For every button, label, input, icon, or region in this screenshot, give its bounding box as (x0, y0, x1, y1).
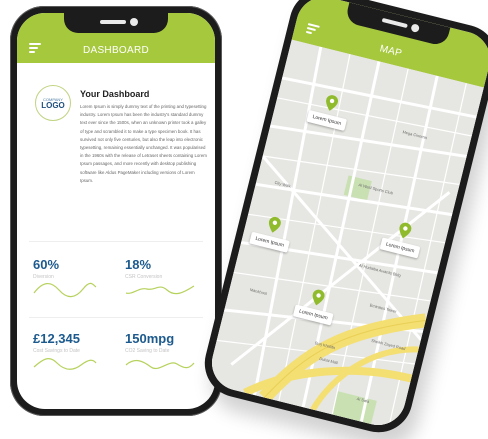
dashboard-header-title: DASHBOARD (82, 45, 150, 56)
trend-wave-icon (125, 359, 195, 369)
dashboard-title: Your Dashboard (80, 89, 150, 99)
dashboard-description: Lorem Ipsum is simply dummy text of the … (80, 104, 207, 183)
map-phone: MAP Al Wasl Sports Club City Walk Mega C… (197, 0, 488, 439)
stat-card: 60% Diversion (33, 257, 97, 298)
map-roads (206, 39, 484, 431)
stat-value: 150mpg (125, 331, 175, 346)
stat-label: CO2 Saving to Date (125, 348, 170, 354)
divider (29, 241, 203, 242)
dashboard-content: COMPANY LOGO Your Dashboard Lorem Ipsum … (17, 63, 215, 409)
map-screen: MAP Al Wasl Sports Club City Walk Mega C… (206, 0, 488, 431)
stat-value: 18% (125, 257, 152, 272)
dashboard-screen: DASHBOARD COMPANY LOGO Your Dashboard Lo… (17, 13, 215, 409)
stat-card: 18% CSR Conversion (125, 257, 195, 295)
divider (29, 317, 203, 318)
phone-notch (64, 13, 168, 33)
stat-value: £12,345 (33, 331, 80, 346)
stat-value: 60% (33, 257, 60, 272)
stat-label: CSR Conversion (125, 274, 163, 280)
stat-card: 150mpg CO2 Saving to Date (125, 331, 195, 369)
trend-wave-icon (125, 285, 195, 295)
stat-card: £12,345 Cost Savings to Date (33, 331, 97, 370)
trend-wave-icon (33, 358, 97, 370)
stat-label: Cost Savings to Date (33, 348, 80, 354)
stat-label: Diversion (33, 274, 54, 280)
trend-wave-icon (33, 282, 97, 298)
map-view[interactable]: Al Wasl Sports Club City Walk Mega Cinem… (206, 39, 484, 431)
company-logo: COMPANY LOGO (35, 85, 71, 121)
dashboard-phone: DASHBOARD COMPANY LOGO Your Dashboard Lo… (10, 6, 222, 416)
